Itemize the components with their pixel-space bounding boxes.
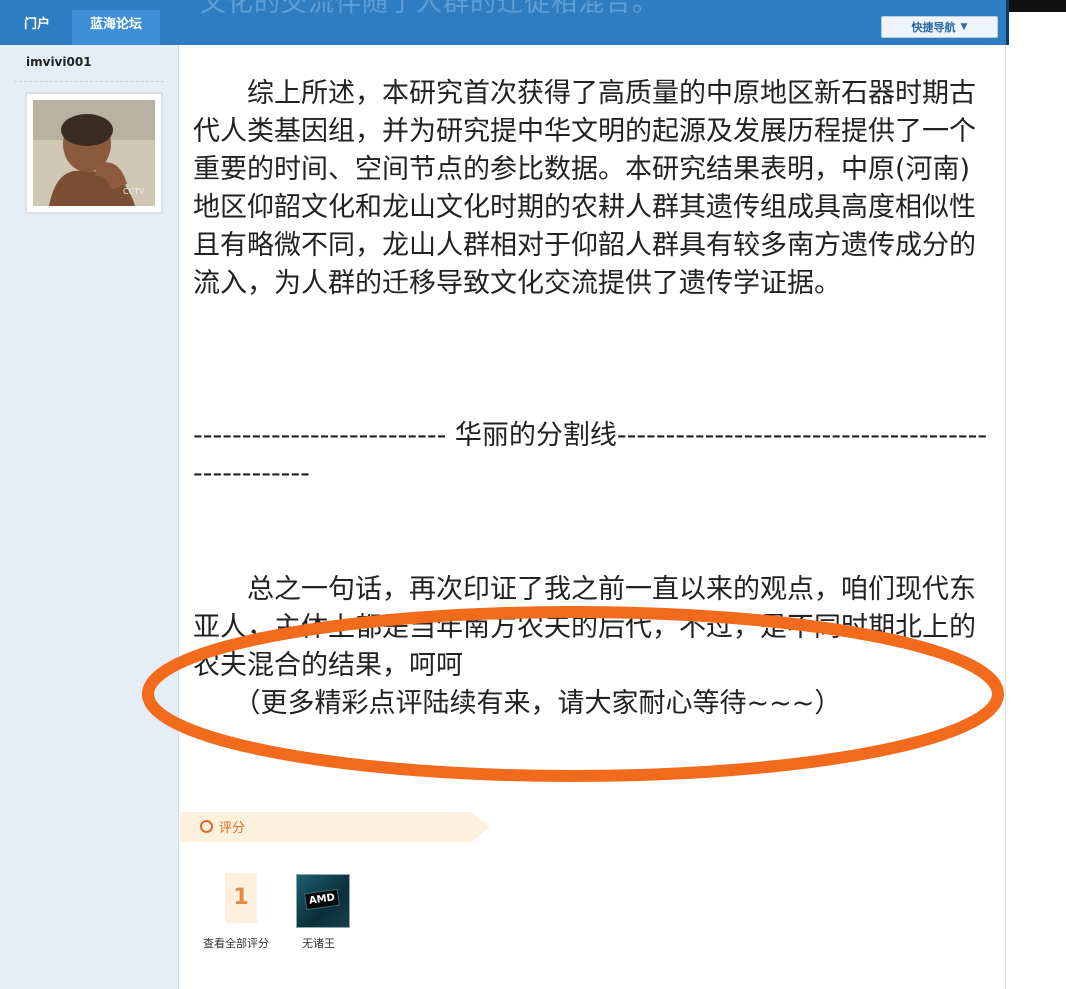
rating-header: 评分 [200, 817, 245, 836]
top-nav-bar: 文化的交流伴随了人群的迁徙相混合。 门户 蓝海论坛 快捷导航 ▼ [0, 0, 1006, 45]
author-sidebar: imvivi001 CCTV [0, 45, 179, 989]
chevron-down-icon: ▼ [960, 22, 968, 32]
author-name[interactable]: imvivi001 [26, 55, 92, 69]
quick-nav-label: 快捷导航 [911, 21, 956, 34]
rater-name[interactable]: 无诸王 [302, 935, 335, 951]
nav-edge-shadow [1006, 0, 1009, 45]
circle-icon [200, 820, 213, 833]
window-edge [1006, 0, 1066, 12]
divider-line: -------------------------- 华丽的分割线-------… [193, 420, 988, 489]
amd-logo: AMD [303, 888, 341, 911]
post-title-partial: 文化的交流伴随了人群的迁徙相混合。 [200, 0, 660, 18]
author-avatar[interactable]: CCTV [26, 93, 162, 213]
svg-text:CCTV: CCTV [123, 187, 145, 196]
avatar-image: CCTV [33, 100, 155, 206]
view-all-ratings-link[interactable]: 查看全部评分 [203, 935, 269, 951]
content-border [1005, 45, 1006, 989]
quick-nav-button[interactable]: 快捷导航 ▼ [881, 16, 998, 38]
nav-forum[interactable]: 蓝海论坛 [72, 10, 160, 45]
rating-count: 1 [225, 873, 257, 923]
rater-avatar[interactable]: AMD [296, 874, 350, 928]
annotation-oval [142, 606, 1004, 782]
nav-portal[interactable]: 门户 [12, 10, 62, 45]
post-paragraph: 综上所述，本研究首次获得了高质量的中原地区新石器时期古代人类基因组，并为研究提中… [193, 78, 976, 299]
rating-label: 评分 [219, 821, 246, 836]
sidebar-divider [14, 81, 164, 82]
